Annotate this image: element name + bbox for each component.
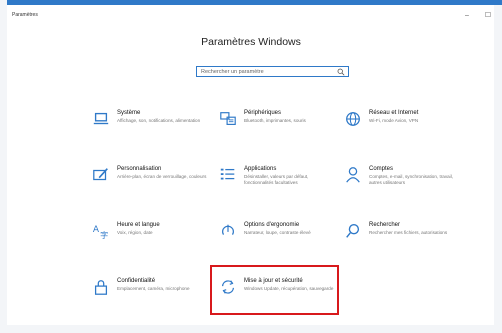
svg-text:A: A: [93, 225, 100, 235]
settings-window: Paramètres – ☐ Paramètres Windows Recher…: [0, 0, 502, 333]
svg-text:字: 字: [100, 230, 108, 240]
window-bottom-border: [0, 325, 502, 333]
tile-personnalisation[interactable]: Personnalisation Arrière-plan, écran de …: [92, 166, 206, 204]
globe-icon: [346, 112, 360, 126]
tile-title: Réseau et Internet: [369, 110, 419, 116]
tile-comptes[interactable]: Comptes Comptes, e-mail, synchronisation…: [344, 166, 454, 204]
maximize-button[interactable]: ☐: [479, 11, 497, 21]
tile-description: Désinstaller, valeurs par défaut, foncti…: [244, 174, 309, 185]
window-title: Paramètres: [12, 12, 38, 18]
search-input[interactable]: Rechercher un paramètre: [196, 66, 349, 77]
tile-title: Comptes: [369, 166, 394, 172]
tile-title: Heure et langue: [117, 222, 160, 228]
apps-list-icon: [220, 168, 235, 180]
lock-icon: [94, 280, 108, 295]
paintbrush-icon: [93, 168, 108, 181]
page-title: Paramètres Windows: [201, 36, 301, 48]
minimize-button[interactable]: –: [458, 11, 476, 21]
tile-rechercher[interactable]: Rechercher Rechercher mes fichiers, auto…: [344, 222, 454, 260]
tile-description: Arrière-plan, écran de verrouillage, cou…: [117, 174, 207, 179]
search-placeholder: Rechercher un paramètre: [201, 69, 264, 75]
tile-description: Narrateur, loupe, contraste élevé: [244, 230, 311, 235]
tile-ergonomie[interactable]: Options d'ergonomie Narrateur, loupe, co…: [219, 222, 329, 260]
window-right-strip: [494, 5, 502, 325]
tile-title: Rechercher: [369, 222, 401, 228]
tile-description: Affichage, son, notifications, alimentat…: [117, 118, 201, 123]
tile-confidentialite[interactable]: Confidentialité Emplacement, caméra, mic…: [92, 278, 202, 316]
person-icon: [346, 167, 360, 183]
tile-title: Applications: [244, 166, 277, 172]
magnifier-icon: [346, 224, 360, 238]
tile-description: Bluetooth, imprimantes, souris: [244, 118, 306, 123]
tile-applications[interactable]: Applications Désinstaller, valeurs par d…: [219, 166, 329, 204]
keyboard-printer-icon: [220, 112, 236, 125]
tile-peripheriques[interactable]: Périphériques Bluetooth, imprimantes, so…: [219, 110, 329, 148]
tile-title: Système: [117, 110, 141, 116]
tile-reseau[interactable]: Réseau et Internet Wi-Fi, mode Avion, VP…: [344, 110, 454, 148]
tile-systeme[interactable]: Système Affichage, son, notifications, a…: [92, 110, 202, 148]
tile-title: Personnalisation: [117, 166, 162, 172]
window-left-border: [0, 0, 7, 333]
tile-description: Comptes, e-mail, synchronisation, travai…: [369, 174, 453, 185]
title-bar: Paramètres – ☐: [7, 5, 494, 25]
ease-of-access-icon: [221, 224, 235, 235]
tile-title: Périphériques: [244, 110, 282, 116]
tile-description: Voix, région, date: [117, 230, 153, 235]
highlight-box: [210, 265, 339, 315]
tile-heure-langue[interactable]: A 字 Heure et langue Voix, région, date: [92, 222, 202, 260]
tile-title: Options d'ergonomie: [244, 222, 300, 228]
search-icon[interactable]: [337, 68, 345, 76]
tile-description: Emplacement, caméra, microphone: [117, 286, 190, 291]
tile-title: Confidentialité: [117, 278, 156, 284]
tile-description: Wi-Fi, mode Avion, VPN: [369, 118, 419, 123]
laptop-icon: [93, 112, 109, 125]
language-icon: A 字: [93, 225, 108, 240]
tile-description: Rechercher mes fichiers, autorisations: [369, 230, 448, 235]
